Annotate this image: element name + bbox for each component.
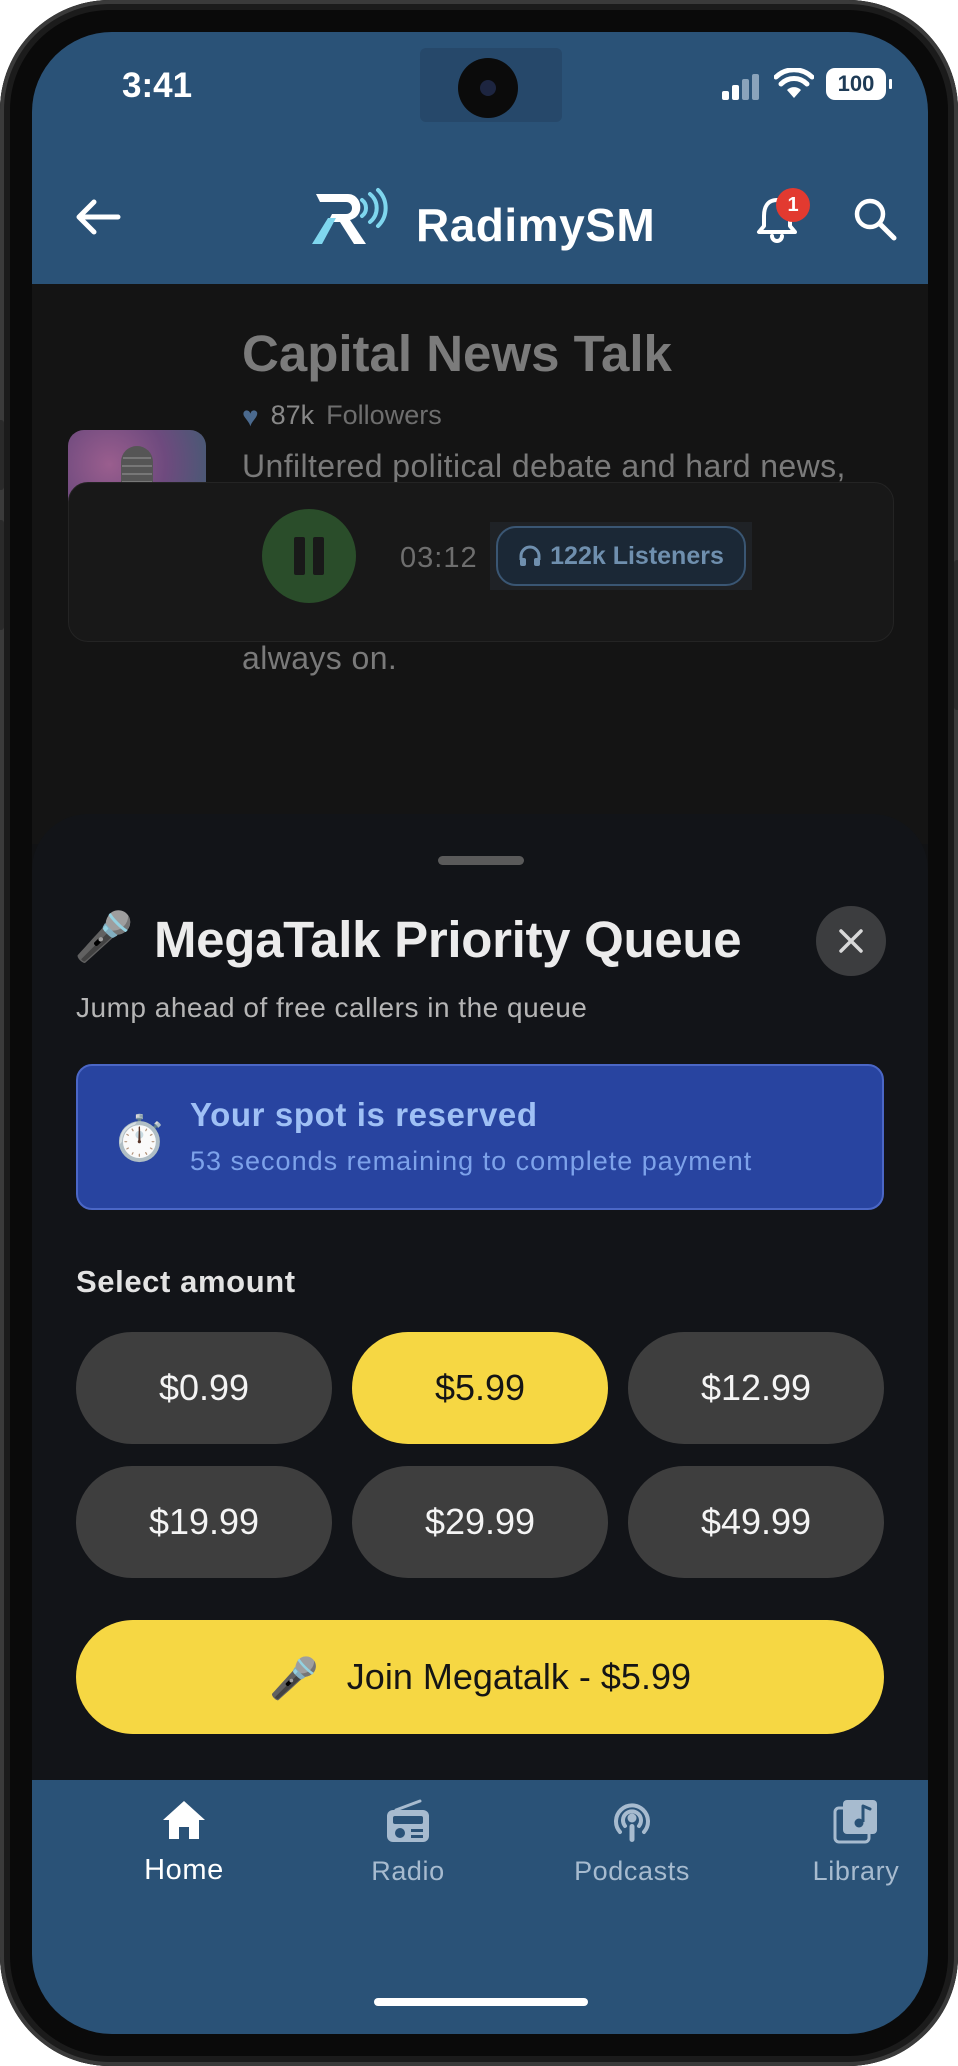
nav-label-podcasts: Podcasts	[574, 1856, 690, 1886]
sheet-title: MegaTalk Priority Queue	[154, 911, 742, 968]
player-card	[68, 482, 894, 642]
pause-button[interactable]	[262, 509, 356, 603]
podcast-icon	[614, 1803, 650, 1842]
nav-label-radio: Radio	[371, 1856, 445, 1886]
elapsed-time: 03:12	[400, 542, 478, 574]
home-indicator[interactable]	[374, 1998, 588, 2006]
select-amount-label: Select amount	[76, 1264, 296, 1299]
notification-badge: 1	[776, 188, 810, 222]
followers-count: 87k	[270, 400, 315, 430]
amount-option[interactable]: $29.99	[352, 1466, 608, 1578]
phone-frame: 3:41 100 RadimySM 1 Capital News Talk ♥ …	[0, 0, 958, 2066]
followers-label: Followers	[326, 400, 442, 430]
nav-item-radio[interactable]: Radio	[308, 1798, 508, 1887]
library-icon	[833, 1800, 877, 1844]
listeners-count: 122k Listeners	[550, 542, 724, 570]
battery-indicator: 100	[826, 68, 892, 100]
signal-icon	[722, 74, 762, 100]
headphones-icon	[519, 545, 541, 566]
nav-item-library[interactable]: Library	[756, 1798, 928, 1887]
radio-icon	[387, 1799, 429, 1842]
listeners-chip: 122k Listeners	[496, 526, 746, 586]
amount-option[interactable]: $12.99	[628, 1332, 884, 1444]
amount-option[interactable]: $19.99	[76, 1466, 332, 1578]
back-arrow-icon[interactable]	[70, 192, 126, 242]
join-megatalk-button[interactable]: 🎤 Join Megatalk - $5.99	[76, 1620, 884, 1734]
followers-row: ♥ 87k Followers	[242, 400, 442, 433]
app-header: RadimySM 1	[32, 142, 928, 284]
timer-countdown: 53 seconds remaining to complete payment	[190, 1146, 753, 1176]
app-title: RadimySM	[416, 199, 656, 251]
search-icon[interactable]	[850, 194, 900, 244]
close-icon	[839, 929, 863, 953]
sheet-subtitle: Jump ahead of free callers in the queue	[76, 992, 588, 1023]
screen: 3:41 100 RadimySM 1 Capital News Talk ♥ …	[32, 32, 928, 2034]
nav-label-library: Library	[812, 1856, 900, 1886]
sheet-grabber[interactable]	[438, 856, 524, 865]
stopwatch-icon: ⏱️	[112, 1114, 167, 1163]
join-button-label: Join Megatalk - $5.99	[346, 1656, 691, 1697]
nav-item-podcasts[interactable]: Podcasts	[532, 1798, 732, 1887]
nav-label-home: Home	[144, 1854, 224, 1886]
amount-option[interactable]: $49.99	[628, 1466, 884, 1578]
station-title: Capital News Talk	[242, 325, 672, 382]
close-button[interactable]	[816, 906, 886, 976]
microphone-icon: 🎤	[268, 1657, 319, 1701]
side-button	[0, 520, 4, 630]
side-button	[0, 420, 4, 490]
wifi-icon	[774, 68, 814, 98]
amount-option-selected[interactable]: $5.99	[352, 1332, 608, 1444]
status-time: 3:41	[122, 66, 193, 105]
amount-option[interactable]: $0.99	[76, 1332, 332, 1444]
timer-title: Your spot is reserved	[190, 1096, 538, 1133]
nav-item-home[interactable]: Home	[84, 1798, 284, 1887]
home-icon	[163, 1801, 205, 1839]
reservation-timer-box	[76, 1064, 884, 1210]
side-button	[954, 560, 958, 710]
app-logo-icon	[312, 188, 388, 244]
front-camera	[458, 58, 518, 118]
microphone-icon: 🎤	[74, 911, 134, 964]
heart-icon[interactable]: ♥	[242, 401, 259, 433]
